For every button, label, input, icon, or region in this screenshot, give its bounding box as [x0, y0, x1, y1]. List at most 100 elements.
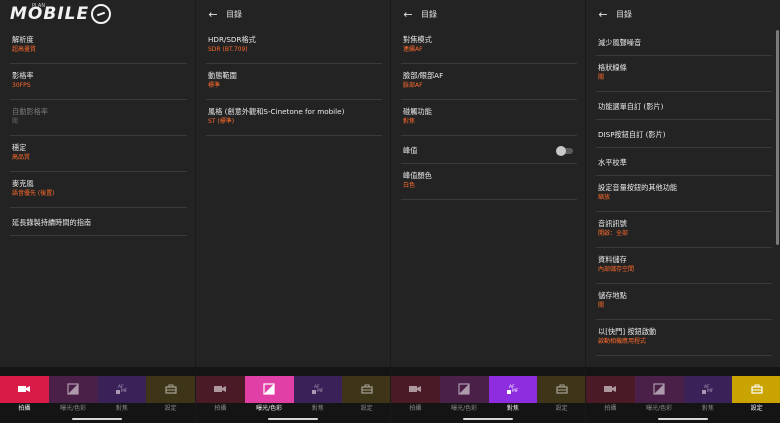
af-mf-icon: AF MF: [506, 380, 520, 399]
settings-item-label: 穩定: [12, 143, 27, 152]
scrollbar[interactable]: [776, 30, 779, 245]
peaking-toggle[interactable]: [556, 146, 573, 156]
settings-item[interactable]: 格狀線條關: [596, 56, 772, 92]
settings-item-label: 臉部/眼部AF: [403, 71, 444, 80]
svg-text:MF: MF: [121, 388, 128, 394]
settings-item-value: 縮放: [598, 194, 611, 201]
settings-item[interactable]: 風格 (創意外觀和S-Cinetone for mobile) ST (標準): [206, 100, 382, 136]
tab-0[interactable]: [196, 376, 245, 403]
tab-0[interactable]: [586, 376, 635, 403]
tab-3[interactable]: [342, 376, 390, 403]
settings-panel-0: PLAN MOBILE 解析度 超高畫質 影格率 30FPS 自動影格率關穩定 高品質 麥克風語…: [0, 0, 195, 423]
settings-item-label: 對焦模式: [403, 35, 432, 44]
video-camera-icon: [603, 380, 617, 399]
settings-item[interactable]: 峰值顏色 白色: [401, 164, 577, 200]
settings-item-label: 延長錄製持續時間的指南: [12, 218, 92, 227]
toolbox-icon: [555, 380, 569, 399]
settings-item[interactable]: 減少風聲噪音: [596, 28, 772, 56]
settings-item-value: 對焦: [403, 118, 416, 125]
tab-2[interactable]: AF MF: [683, 376, 733, 403]
settings-item[interactable]: 資料儲存 內部儲存空間: [596, 248, 772, 284]
settings-item[interactable]: 麥克風 語音優先 (後置): [10, 172, 187, 208]
settings-item-value: 關: [12, 118, 19, 125]
tab-0[interactable]: [391, 376, 440, 403]
tab-1[interactable]: [634, 376, 684, 403]
back-arrow-icon[interactable]: ←: [596, 7, 610, 21]
settings-item[interactable]: 儲存地點關: [596, 284, 772, 320]
toolbox-icon: [360, 380, 374, 399]
settings-item-label: 解析度: [12, 35, 34, 44]
tab-buttons: AF MF: [0, 376, 195, 403]
settings-item-value: 高品質: [12, 154, 31, 161]
logo-mark-icon: [91, 4, 112, 24]
settings-item[interactable]: 臉部/眼部AF 臉部AF: [401, 64, 577, 100]
settings-item[interactable]: 碰觸功能 對焦: [401, 100, 577, 136]
settings-panel-3: ← 目錄 減少風聲噪音 格狀線條關功能選單自訂 (影片) DISP按鈕自訂 (影片) 水平…: [585, 0, 780, 423]
settings-item[interactable]: 穩定 高品質: [10, 136, 187, 172]
settings-item-label: 峰值: [403, 146, 418, 155]
tab-label: 拍攝: [214, 405, 227, 412]
tab-0[interactable]: [0, 376, 49, 403]
home-indicator[interactable]: [268, 418, 318, 420]
tab-buttons: AF MF: [391, 376, 585, 403]
settings-item[interactable]: 解析度 超高畫質: [10, 28, 187, 64]
tab-label: 曝光/色彩: [60, 405, 87, 412]
settings-item[interactable]: DISP按鈕自訂 (影片): [596, 120, 772, 148]
settings-item-value: SDR (BT.709): [208, 46, 248, 53]
home-indicator[interactable]: [72, 418, 122, 420]
settings-item[interactable]: 影格率 30FPS: [10, 64, 187, 100]
settings-item[interactable]: 延長錄製持續時間的指南: [10, 208, 187, 236]
af-mf-icon: AF MF: [115, 380, 129, 399]
settings-item-value: 語音優先 (後置): [12, 190, 55, 197]
tab-label: 曝光/色彩: [646, 405, 673, 412]
exposure-icon: [652, 380, 666, 399]
settings-item-label: 減少風聲噪音: [598, 38, 642, 47]
tab-1[interactable]: [244, 376, 294, 403]
tab-3[interactable]: [537, 376, 585, 403]
settings-list: 減少風聲噪音格狀線條關功能選單自訂 (影片) DISP按鈕自訂 (影片) 水平校準設…: [586, 28, 780, 356]
tab-2[interactable]: AF MF: [293, 376, 343, 403]
bottom-tab-bar: AF MF 拍攝 曝光/色彩 對焦 設定: [586, 367, 780, 423]
tab-1[interactable]: [439, 376, 489, 403]
home-indicator[interactable]: [463, 418, 513, 420]
svg-text:MF: MF: [512, 388, 519, 394]
home-indicator[interactable]: [658, 418, 708, 420]
tab-2[interactable]: AF MF: [488, 376, 538, 403]
settings-item-value: 標準: [208, 82, 221, 89]
tab-label: 設定: [750, 405, 763, 412]
bottom-tab-bar: AF MF 拍攝 曝光/色彩 對焦 設定: [196, 367, 390, 423]
settings-item-label: 功能選單自訂 (影片): [598, 102, 664, 111]
settings-item[interactable]: HDR/SDR格式 SDR (BT.709): [206, 28, 382, 64]
tab-labels: 拍攝 曝光/色彩 對焦 設定: [586, 403, 780, 415]
tab-3[interactable]: [146, 376, 195, 403]
settings-item[interactable]: 設定音量按鈕的其他功能 縮放: [596, 176, 772, 212]
toolbox-icon: [750, 380, 764, 399]
tab-buttons: AF MF: [196, 376, 390, 403]
back-arrow-icon[interactable]: ←: [401, 7, 415, 21]
panel-header: ← 目錄: [196, 0, 390, 28]
settings-item-label: 以[快門] 按鈕啟動: [598, 327, 657, 336]
tab-label: 拍攝: [409, 405, 422, 412]
settings-item[interactable]: 音訊訊號 開啟：全部: [596, 212, 772, 248]
screens: PLAN MOBILE 解析度 超高畫質 影格率 30FPS 自動影格率關穩定 高品質 麥克風語…: [0, 0, 780, 423]
tab-2[interactable]: AF MF: [97, 376, 147, 403]
tab-label: 拍攝: [604, 405, 617, 412]
settings-item[interactable]: 功能選單自訂 (影片): [596, 92, 772, 120]
settings-item-label: 碰觸功能: [403, 107, 432, 116]
panel-title: 目錄: [421, 9, 437, 19]
back-arrow-icon[interactable]: ←: [206, 7, 220, 21]
settings-item-label: 資料儲存: [598, 255, 627, 264]
logo-subtitle: PLAN: [32, 3, 46, 9]
tab-1[interactable]: [48, 376, 98, 403]
tab-buttons: AF MF: [586, 376, 780, 403]
settings-item[interactable]: 水平校準: [596, 148, 772, 176]
tab-label: 設定: [164, 405, 177, 412]
settings-item-label: 格狀線條: [598, 63, 627, 72]
settings-item[interactable]: 對焦模式 連續AF: [401, 28, 577, 64]
tab-3[interactable]: [732, 376, 780, 403]
settings-item[interactable]: 動態範圍 標準: [206, 64, 382, 100]
settings-item[interactable]: 以[快門] 按鈕啟動 啟動相機應用程式: [596, 320, 772, 356]
settings-item-label: 音訊訊號: [598, 219, 627, 228]
settings-item-label: 影格率: [12, 71, 34, 80]
settings-item[interactable]: 峰值: [401, 136, 577, 164]
